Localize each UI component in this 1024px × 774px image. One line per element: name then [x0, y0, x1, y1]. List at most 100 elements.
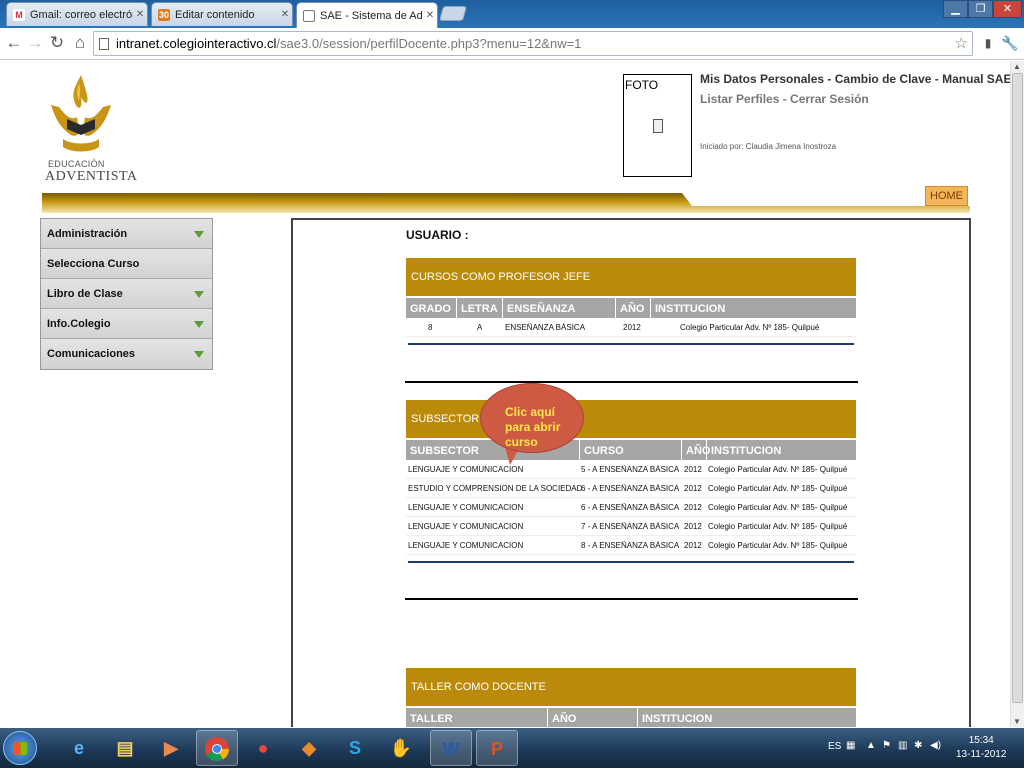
- profile-photo-box: FOTO: [623, 74, 692, 177]
- start-button[interactable]: [3, 731, 37, 765]
- close-tab-icon[interactable]: ✕: [133, 9, 147, 20]
- clock[interactable]: 15:34 13-11-2012: [956, 734, 1006, 762]
- bluetooth-icon[interactable]: ✱: [914, 740, 922, 751]
- cell-grado: 8: [428, 323, 433, 332]
- network-icon[interactable]: ▥: [898, 740, 907, 751]
- table-row[interactable]: LENGUAJE Y COMUNICACION 5 - A ENSEÑANZA …: [406, 460, 856, 479]
- scrollbar-thumb[interactable]: [1012, 73, 1023, 703]
- tab-editar[interactable]: 30 Editar contenido ✕: [151, 2, 293, 26]
- listar-perfiles-link[interactable]: Listar Perfiles: [700, 92, 779, 106]
- internet-explorer-icon[interactable]: e: [58, 730, 100, 766]
- new-tab-button[interactable]: [438, 6, 468, 21]
- word-icon[interactable]: W: [430, 730, 472, 766]
- close-tab-icon[interactable]: ✕: [423, 10, 437, 21]
- cell-subsector[interactable]: LENGUAJE Y COMUNICACION: [408, 503, 523, 512]
- divider: [405, 381, 858, 383]
- minimize-button[interactable]: ▁: [943, 0, 968, 18]
- vertical-scrollbar[interactable]: ▲ ▼: [1010, 61, 1024, 727]
- forward-arrow-icon[interactable]: →: [25, 33, 45, 53]
- scroll-down-icon[interactable]: ▼: [1013, 717, 1021, 726]
- close-window-button[interactable]: ✕: [993, 0, 1022, 18]
- cell-curso: 5 - A ENSEÑANZA BÁSICA: [581, 465, 680, 474]
- gmail-icon: M: [13, 8, 25, 21]
- chrome-icon[interactable]: [196, 730, 238, 766]
- table-header: GRADO LETRA ENSEÑANZA AÑO INSTITUCION: [406, 296, 856, 320]
- cell-institucion: Colegio Particular Adv. Nº 185- Quilpué: [680, 323, 820, 332]
- signal-icon[interactable]: ▮: [978, 36, 998, 50]
- home-button[interactable]: HOME: [925, 186, 968, 206]
- volume-icon[interactable]: ◀): [930, 740, 941, 751]
- cell-institucion: Colegio Particular Adv. Nº 185- Quilpué: [708, 541, 848, 550]
- show-hidden-icon[interactable]: ▲: [866, 740, 876, 751]
- table-row[interactable]: LENGUAJE Y COMUNICACION 7 - A ENSEÑANZA …: [406, 517, 856, 536]
- chevron-down-icon: [194, 351, 204, 358]
- table-row[interactable]: LENGUAJE Y COMUNICACION 6 - A ENSEÑANZA …: [406, 498, 856, 517]
- scroll-up-icon[interactable]: ▲: [1013, 62, 1021, 71]
- file-explorer-icon[interactable]: ▤: [104, 730, 146, 766]
- manual-sae-link[interactable]: Manual SAE: [942, 72, 1010, 86]
- cell-curso: 6 - A ENSEÑANZA BÁSICA: [581, 484, 680, 493]
- table-row[interactable]: ESTUDIO Y COMPRENSION DE LA SOCIEDAD 6 -…: [406, 479, 856, 498]
- powerpoint-icon[interactable]: P: [476, 730, 518, 766]
- skype-icon[interactable]: S: [334, 730, 376, 766]
- column-header: AÑO: [615, 298, 650, 320]
- column-header: TALLER: [410, 713, 453, 725]
- address-bar[interactable]: intranet.colegiointeractivo.cl/sae3.0/se…: [93, 31, 973, 56]
- sidebar-item-label: Info.Colegio: [47, 318, 111, 330]
- column-header: ENSEÑANZA: [502, 298, 615, 320]
- cell-subsector[interactable]: LENGUAJE Y COMUNICACION: [408, 522, 523, 531]
- wrench-icon[interactable]: 🔧: [1000, 35, 1020, 52]
- cell-ensenanza: ENSEÑANZA BÁSICA: [505, 323, 586, 332]
- app-icon[interactable]: ●: [242, 730, 284, 766]
- language-indicator[interactable]: ES: [828, 741, 841, 752]
- cell-subsector[interactable]: LENGUAJE Y COMUNICACION: [408, 541, 523, 550]
- page-icon: [303, 9, 315, 22]
- sidebar-item-comunicaciones[interactable]: Comunicaciones: [41, 339, 212, 369]
- cell-curso: 8 - A ENSEÑANZA BÁSICA: [581, 541, 680, 550]
- back-arrow-icon[interactable]: ←: [4, 33, 24, 53]
- table-row[interactable]: LENGUAJE Y COMUNICACION 8 - A ENSEÑANZA …: [406, 536, 856, 555]
- callout-bubble: Clic aquí para abrir curso: [480, 383, 584, 469]
- cell-ano: 2012: [623, 323, 641, 332]
- cambio-clave-link[interactable]: Cambio de Clave: [835, 72, 932, 86]
- close-tab-icon[interactable]: ✕: [278, 9, 292, 20]
- logo-text-adventista: ADVENTISTA: [45, 169, 138, 184]
- callout-line: Clic aquí: [505, 405, 556, 419]
- cell-curso: 7 - A ENSEÑANZA BÁSICA: [581, 522, 680, 531]
- column-header: INSTITUCION: [637, 708, 856, 727]
- foto-label: FOTO: [625, 78, 659, 92]
- home-icon[interactable]: ⌂: [70, 33, 90, 53]
- keyboard-icon[interactable]: ▦: [846, 740, 855, 751]
- callout-line: para abrir: [505, 420, 561, 434]
- cell-ano: 2012: [684, 503, 702, 512]
- restore-button[interactable]: ❐: [968, 0, 993, 18]
- table-header: SUBSECTOR CURSO AÑO INSTITUCION: [406, 438, 856, 462]
- cerrar-sesion-link[interactable]: Cerrar Sesión: [790, 92, 869, 106]
- sidebar-item-info-colegio[interactable]: Info.Colegio: [41, 309, 212, 339]
- sidebar-item-label: Selecciona Curso: [47, 258, 140, 270]
- app2-icon[interactable]: ◆: [288, 730, 330, 766]
- flag-icon[interactable]: ⚑: [882, 740, 891, 751]
- gold-header-bar: [42, 193, 970, 213]
- media-icon[interactable]: ▶: [150, 730, 192, 766]
- reload-icon[interactable]: ↻: [47, 33, 67, 53]
- clock-date: 13-11-2012: [956, 749, 1007, 760]
- sidebar-item-administracion[interactable]: Administración: [41, 219, 212, 249]
- mis-datos-link[interactable]: Mis Datos Personales: [700, 72, 824, 86]
- chevron-down-icon: [194, 291, 204, 298]
- taller-section: TALLER COMO DOCENTE TALLER AÑO INSTITUCI…: [406, 668, 856, 727]
- section-title: TALLER COMO DOCENTE: [406, 668, 856, 706]
- sidebar-item-selecciona-curso[interactable]: Selecciona Curso: [41, 249, 212, 279]
- sidebar-item-label: Comunicaciones: [47, 348, 136, 360]
- browser-toolbar: ← → ↻ ⌂ intranet.colegiointeractivo.cl/s…: [0, 28, 1024, 60]
- tab-gmail[interactable]: M Gmail: correo electrónico c ✕: [6, 2, 148, 26]
- glove-icon[interactable]: ✋: [380, 730, 422, 766]
- bookmark-star-icon[interactable]: ☆: [955, 32, 968, 55]
- table-row[interactable]: 8 A ENSEÑANZA BÁSICA 2012 Colegio Partic…: [406, 318, 856, 337]
- sidebar-item-libro-de-clase[interactable]: Libro de Clase: [41, 279, 212, 309]
- cell-subsector[interactable]: ESTUDIO Y COMPRENSION DE LA SOCIEDAD: [408, 484, 582, 493]
- tab-sae[interactable]: SAE - Sistema de Administ ✕: [296, 2, 438, 28]
- link-separator: -: [931, 72, 943, 86]
- section-divider: [408, 343, 854, 345]
- column-header: LETRA: [456, 298, 502, 320]
